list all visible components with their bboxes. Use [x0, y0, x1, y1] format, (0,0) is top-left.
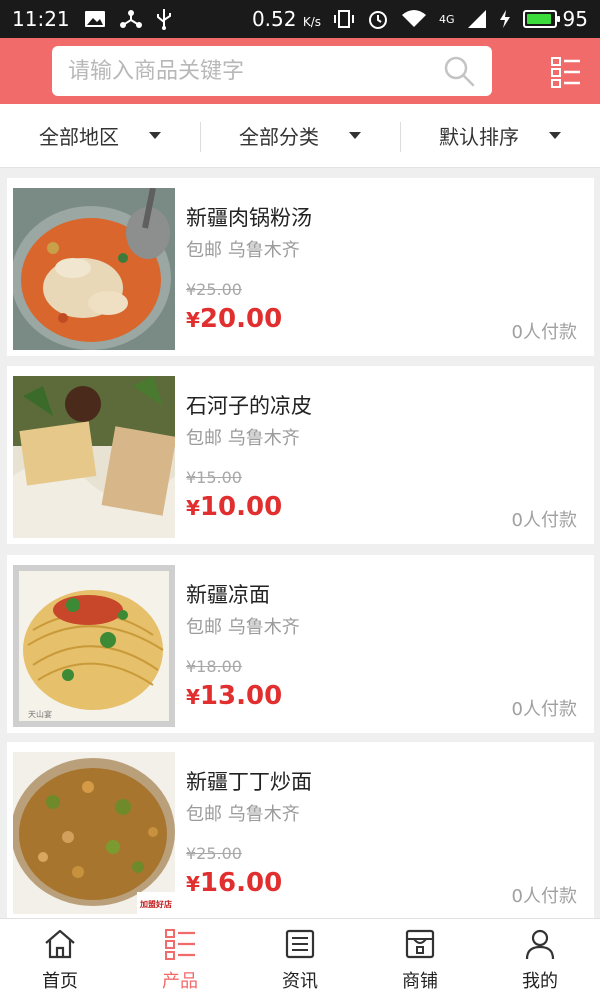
- product-paid-count: 0人付款: [511, 886, 577, 907]
- dropdown-caret-icon: [549, 132, 561, 139]
- search-input[interactable]: [68, 58, 442, 84]
- product-name: 新疆凉面: [186, 583, 270, 607]
- nav-products-label: 产品: [162, 970, 198, 992]
- search-icon[interactable]: [442, 54, 476, 88]
- dropdown-caret-icon: [349, 132, 361, 139]
- product-image-cold-noodles[interactable]: 天山宴: [13, 565, 175, 727]
- search-box[interactable]: [52, 46, 492, 96]
- dropdown-caret-icon: [149, 132, 161, 139]
- nav-stores-label: 商铺: [402, 970, 438, 992]
- vibrate-icon: [334, 10, 355, 28]
- product-card[interactable]: 天山宴 新疆凉面 包邮 乌鲁木齐 ¥18.00 ¥13.00 0人付款: [7, 555, 594, 733]
- product-card[interactable]: 新疆肉锅粉汤 包邮 乌鲁木齐 ¥25.00 ¥20.00 0人付款: [7, 178, 594, 356]
- product-price: ¥16.00: [186, 868, 283, 898]
- battery-percent: 95: [562, 7, 588, 31]
- product-shipping: 包邮 乌鲁木齐: [186, 428, 300, 449]
- product-name: 新疆丁丁炒面: [186, 770, 312, 794]
- network-type: 4G: [439, 12, 455, 26]
- filter-region[interactable]: 全部地区: [0, 104, 200, 167]
- product-paid-count: 0人付款: [511, 699, 577, 720]
- product-price: ¥20.00: [186, 304, 283, 334]
- filter-sort[interactable]: 默认排序: [400, 104, 600, 167]
- image-icon: [84, 11, 105, 27]
- filter-category-label: 全部分类: [239, 125, 319, 149]
- product-shipping: 包邮 乌鲁木齐: [186, 617, 300, 638]
- bottom-nav: 首页 产品 资讯 商铺 我的: [0, 918, 600, 1000]
- nav-home-label: 首页: [42, 970, 78, 992]
- filter-bar: 全部地区 全部分类 默认排序: [0, 104, 600, 168]
- product-name: 新疆肉锅粉汤: [186, 206, 312, 230]
- product-image-noodle-soup[interactable]: [13, 188, 175, 350]
- product-card[interactable]: 石河子的凉皮 包邮 乌鲁木齐 ¥15.00 ¥10.00 0人付款: [7, 366, 594, 544]
- wifi-icon: [402, 10, 427, 27]
- filter-sort-label: 默认排序: [439, 125, 519, 149]
- product-original-price: ¥25.00: [186, 844, 242, 863]
- user-icon: [525, 929, 555, 959]
- svg-text:天山宴: 天山宴: [28, 709, 52, 719]
- product-original-price: ¥25.00: [186, 280, 242, 299]
- signal-icon: [467, 10, 486, 28]
- header: [0, 38, 600, 104]
- nav-me-label: 我的: [522, 970, 558, 992]
- nav-products[interactable]: 产品: [120, 919, 240, 1000]
- news-icon: [285, 929, 315, 958]
- product-list: 新疆肉锅粉汤 包邮 乌鲁木齐 ¥25.00 ¥20.00 0人付款 石河子的凉皮…: [0, 168, 600, 918]
- category-menu-icon[interactable]: [550, 56, 582, 88]
- product-shipping: 包邮 乌鲁木齐: [186, 804, 300, 825]
- product-shipping: 包邮 乌鲁木齐: [186, 240, 300, 261]
- product-paid-count: 0人付款: [511, 510, 577, 531]
- product-price: ¥13.00: [186, 681, 283, 711]
- nav-stores[interactable]: 商铺: [360, 919, 480, 1000]
- usb-icon: [156, 9, 171, 30]
- status-time: 11:21: [12, 7, 70, 31]
- charging-icon: [499, 10, 510, 28]
- product-paid-count: 0人付款: [511, 322, 577, 343]
- product-original-price: ¥15.00: [186, 468, 242, 487]
- nav-home[interactable]: 首页: [0, 919, 120, 1000]
- product-original-price: ¥18.00: [186, 657, 242, 676]
- product-image-fried-noodles[interactable]: 加盟好店: [13, 752, 175, 914]
- share-icon: [119, 10, 142, 28]
- filter-category[interactable]: 全部分类: [200, 104, 400, 167]
- network-speed: 0.52 K/s: [251, 7, 322, 31]
- nav-news[interactable]: 资讯: [240, 919, 360, 1000]
- status-bar: 11:21 0.52 K/s 4G 95: [0, 0, 600, 38]
- alarm-icon: [369, 11, 388, 29]
- filter-region-label: 全部地区: [39, 125, 119, 149]
- store-icon: [405, 929, 435, 958]
- battery-fill: [526, 14, 552, 24]
- product-image-liangpi[interactable]: [13, 376, 175, 538]
- svg-text:加盟好店: 加盟好店: [139, 899, 172, 909]
- home-icon: [45, 929, 75, 958]
- battery-indicator: 95: [522, 7, 588, 31]
- product-name: 石河子的凉皮: [186, 394, 312, 418]
- nav-me[interactable]: 我的: [480, 919, 600, 1000]
- product-list-icon: [165, 928, 195, 960]
- nav-news-label: 资讯: [282, 970, 318, 992]
- product-card[interactable]: 加盟好店 新疆丁丁炒面 包邮 乌鲁木齐 ¥25.00 ¥16.00 0人付款: [7, 742, 594, 918]
- product-price: ¥10.00: [186, 492, 283, 522]
